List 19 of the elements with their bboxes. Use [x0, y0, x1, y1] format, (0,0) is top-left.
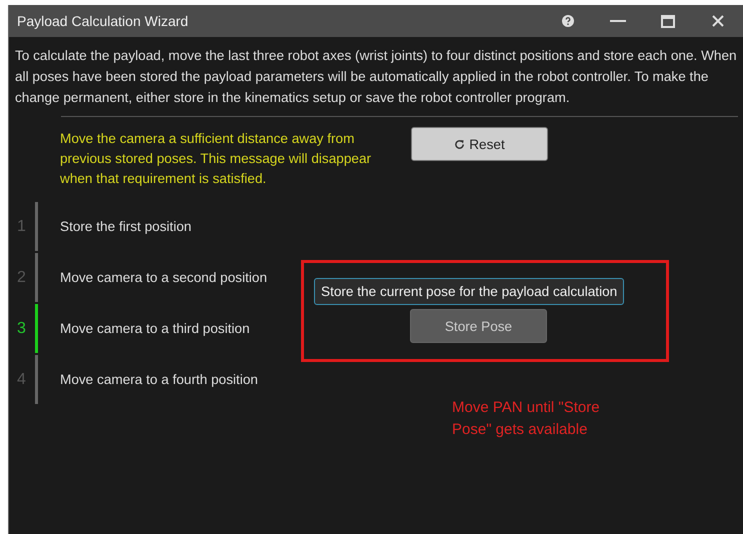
step-label[interactable]: Move camera to a second position — [60, 270, 268, 285]
step-number: 4 — [17, 370, 26, 388]
step-number: 1 — [17, 218, 26, 236]
step-number: 3 — [17, 320, 26, 338]
step-number: 2 — [17, 268, 26, 286]
warning-text: Move the camera a sufficient distance away from previous stored poses. This message will disappear when that requirement is satisfied. — [60, 130, 372, 188]
reset-button[interactable]: Reset — [411, 127, 548, 161]
refresh-icon — [454, 138, 466, 150]
help-icon — [562, 15, 574, 27]
step-label[interactable]: Move camera to a fourth position — [60, 372, 258, 387]
minimize-icon — [610, 20, 626, 22]
step-label[interactable]: Move camera to a third position — [60, 321, 250, 336]
window-title: Payload Calculation Wizard — [17, 13, 190, 29]
step-label[interactable]: Store the first position — [60, 219, 192, 234]
instructions-text: To calculate the payload, move the last three robot axes (wrist joints) to four distinct positions and store each one. When all poses have been stored the payload parameters will be automatically applied in the robot controller. To make the change permanent, either store in the kinematics setup or save the robot controller program. — [14, 47, 738, 107]
maximize-icon — [661, 14, 675, 28]
tooltip: Store the current pose for the payload calculation — [314, 278, 624, 305]
annotation-text: Move PAN until "Store Pose" gets available — [452, 398, 601, 440]
close-icon — [712, 15, 724, 27]
